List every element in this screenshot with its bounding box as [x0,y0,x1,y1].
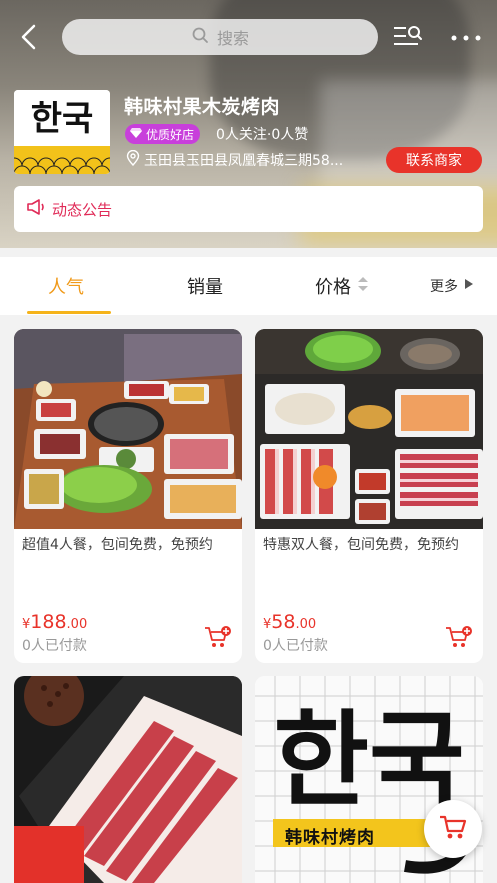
tab-sales[interactable]: 销量 [187,257,223,315]
store-logo: 한국 [14,90,110,174]
product-card[interactable]: 特惠双人餐，包间免费，免预约 ¥58.00 0人已付款 [255,329,483,663]
follow-like-count: 0人关注·0人赞 [216,127,309,143]
product-price: ¥188.00 [22,611,88,633]
product-image [14,676,242,883]
store-name: 韩味村果木炭烤肉 [124,96,281,118]
more-dots-icon[interactable] [449,30,483,44]
product-card[interactable] [14,676,242,883]
diamond-icon [129,127,143,142]
svg-text:한국: 한국 [273,699,464,821]
sort-icon [357,275,369,298]
search-icon [191,26,209,48]
tab-popularity[interactable]: 人气 [48,257,84,315]
product-price: ¥58.00 [263,611,317,633]
back-arrow-icon[interactable] [16,22,42,52]
category-search-icon[interactable] [392,24,424,50]
floating-cart-button[interactable] [424,800,482,858]
add-to-cart-icon[interactable] [204,625,232,649]
product-title: 特惠双人餐，包间免费，免预约 [263,537,459,553]
paid-count: 0人已付款 [22,638,87,654]
svg-text:한국: 한국 [31,99,94,139]
triangle-right-icon [464,278,474,294]
tab-price[interactable]: 价格 [315,257,369,315]
cart-icon [438,813,468,845]
sort-tabs: 人气 销量 价格 更多 [0,257,497,315]
quality-store-badge: 优质好店 [125,124,201,144]
megaphone-icon [26,198,46,220]
product-image [14,329,242,529]
top-bar: 搜索 [0,14,497,60]
active-tab-indicator [27,311,111,314]
product-logo-text: 韩味村烤肉 [285,828,375,848]
announcement-bar[interactable]: 动态公告 [14,186,483,232]
search-placeholder: 搜索 [216,29,249,48]
product-title: 超值4人餐，包间免费，免预约 [22,537,213,553]
product-card[interactable]: 超值4人餐，包间免费，免预约 ¥188.00 0人已付款 [14,329,242,663]
paid-count: 0人已付款 [263,638,328,654]
add-to-cart-icon[interactable] [445,625,473,649]
announcement-label: 动态公告 [52,200,113,219]
product-image [255,329,483,529]
contact-merchant-button[interactable]: 联系商家 [386,147,482,173]
tab-more[interactable]: 更多 [430,257,474,315]
store-address[interactable]: 玉田县玉田县凤凰春城三期58... [126,150,376,170]
store-header: 搜索 한국 韩味村果木炭烤肉 优质好店 0人关注·0人赞 玉田县玉田县凤凰春城三… [0,0,497,248]
search-bar[interactable]: 搜索 [62,19,378,55]
location-icon [126,150,140,170]
